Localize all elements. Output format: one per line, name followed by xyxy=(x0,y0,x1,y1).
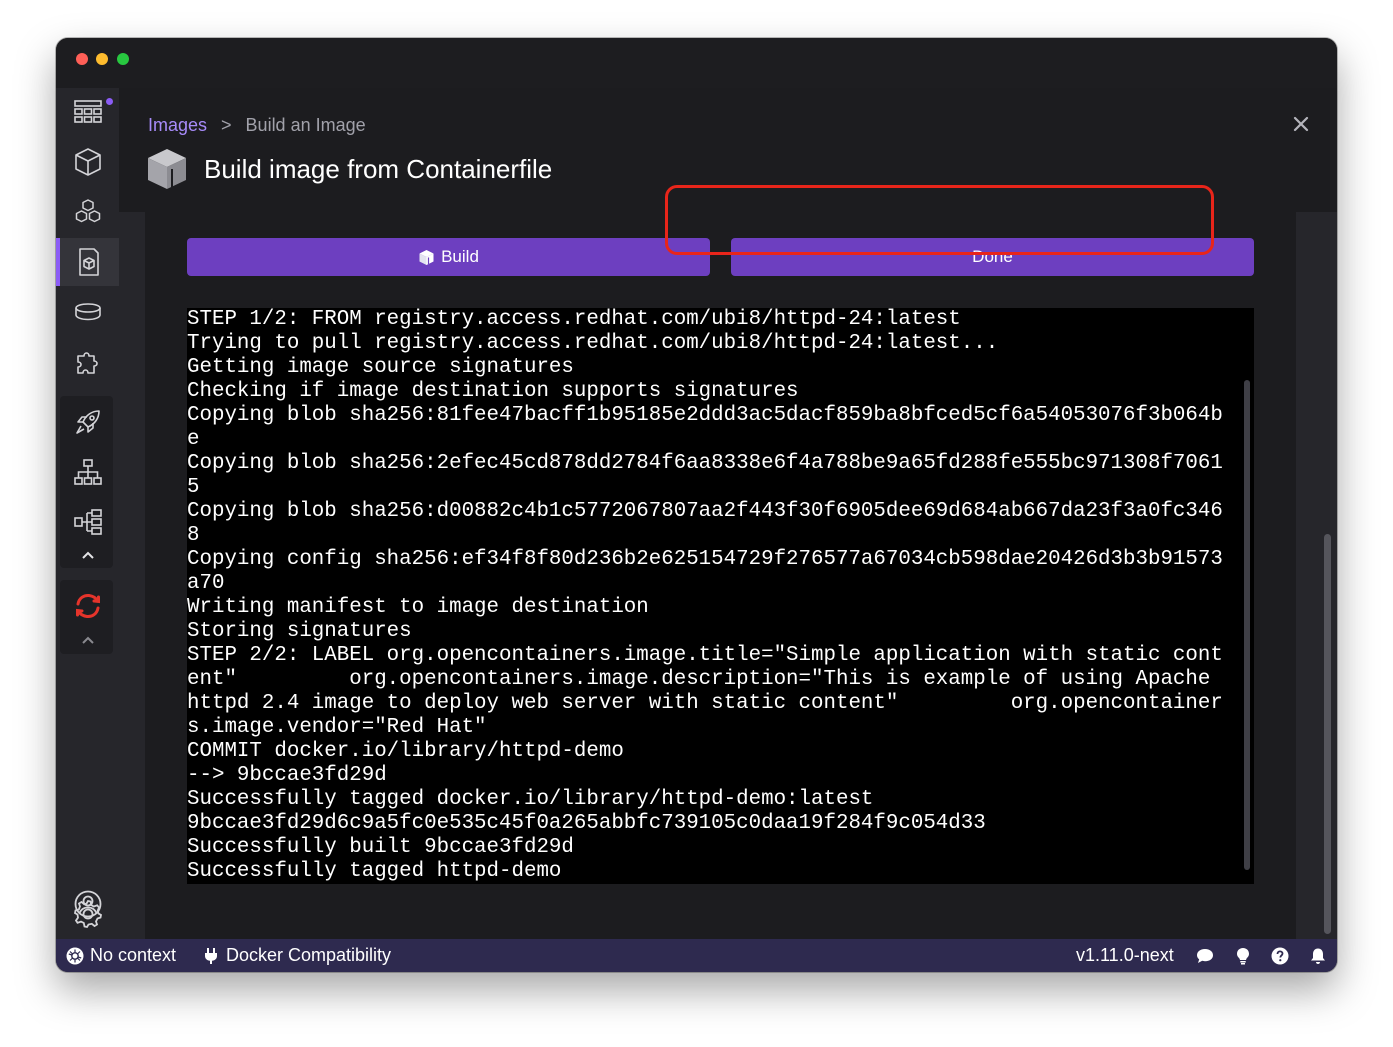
status-bar: No context Docker Compatibility v1.11.0-… xyxy=(56,939,1337,972)
maximize-window-button[interactable] xyxy=(117,53,129,65)
terminal-line: a70 xyxy=(187,572,225,595)
collapse-extension-button[interactable] xyxy=(56,628,119,652)
sidebar-item-images[interactable] xyxy=(56,238,119,286)
context-label: No context xyxy=(90,945,177,965)
terminal-line: Copying config sha256:ef34f8f80d236b2e62… xyxy=(187,548,1223,571)
terminal-line: --> 9bccae3fd29d xyxy=(187,764,387,787)
dashboard-icon xyxy=(73,100,102,123)
compat-label: Docker Compatibility xyxy=(226,945,392,965)
cube-icon xyxy=(419,249,434,265)
docker-compat-status[interactable]: Docker Compatibility xyxy=(202,939,391,972)
rocket-icon xyxy=(75,410,100,434)
puzzle-icon xyxy=(76,352,98,374)
terminal-line: 8 xyxy=(187,524,200,547)
network-tree-icon xyxy=(73,459,102,485)
terminal-line: COMMIT docker.io/library/httpd-demo xyxy=(187,740,624,763)
chevron-up-icon xyxy=(81,551,94,559)
volume-disk-icon xyxy=(74,303,101,321)
build-output-terminal[interactable]: STEP 1/2: FROM registry.access.redhat.co… xyxy=(187,308,1254,884)
terminal-line: Getting image source signatures xyxy=(187,356,574,379)
terminal-line: STEP 1/2: FROM registry.access.redhat.co… xyxy=(187,308,961,331)
terminal-line: 5 xyxy=(187,476,200,499)
gear-icon xyxy=(73,899,102,929)
build-button-label: Build xyxy=(441,247,479,266)
terminal-line: ent" org.opencontainers.image.descriptio… xyxy=(187,668,1211,691)
sidebar-item-pods[interactable] xyxy=(56,188,119,236)
terminal-line: Trying to pull registry.access.redhat.co… xyxy=(187,332,999,355)
route-tree-icon xyxy=(73,509,102,535)
sidebar-item-deployments[interactable] xyxy=(56,398,119,446)
sidebar-item-containers[interactable] xyxy=(56,138,119,186)
help-circle-icon xyxy=(1271,947,1289,964)
cube-icon xyxy=(74,148,101,176)
content-area: Build Done STEP 1/2: FROM registry.acces… xyxy=(119,212,1337,939)
sidebar-item-openshift[interactable] xyxy=(56,582,119,630)
breadcrumb-separator: > xyxy=(221,115,232,135)
breadcrumb-current: Build an Image xyxy=(245,115,366,135)
terminal-line: Storing signatures xyxy=(187,620,412,643)
page-header: Images > Build an Image Build image from… xyxy=(119,88,1337,212)
bell-icon xyxy=(1311,948,1325,964)
terminal-line: Checking if image destination supports s… xyxy=(187,380,799,403)
close-window-button[interactable] xyxy=(76,53,88,65)
terminal-line: STEP 2/2: LABEL org.opencontainers.image… xyxy=(187,644,1223,667)
done-button-label: Done xyxy=(972,247,1013,266)
build-button[interactable]: Build xyxy=(187,238,710,276)
page-title-row: Build image from Containerfile xyxy=(144,146,552,192)
version-status[interactable]: v1.11.0-next xyxy=(1076,939,1174,972)
sidebar-item-dashboard[interactable] xyxy=(56,88,119,136)
plug-icon xyxy=(205,947,217,964)
terminal-line: Successfully tagged docker.io/library/ht… xyxy=(187,788,874,811)
breadcrumb: Images > Build an Image xyxy=(148,115,366,136)
terminal-line: Copying blob sha256:2efec45cd878dd2784f6… xyxy=(187,452,1223,475)
collapse-kubernetes-button[interactable] xyxy=(56,543,119,567)
sidebar-item-ingresses[interactable] xyxy=(56,498,119,546)
image-cube-icon xyxy=(148,149,186,189)
kubernetes-icon xyxy=(66,947,84,964)
page-scrollbar[interactable] xyxy=(1324,534,1331,934)
terminal-line: 9bccae3fd29d6c9a5fc0e535c45f0a265abbfc73… xyxy=(187,812,986,835)
version-label: v1.11.0-next xyxy=(1076,945,1174,965)
chat-bubble-icon xyxy=(1197,948,1213,963)
terminal-line: Copying blob sha256:81fee47bacff1b95185e… xyxy=(187,404,1223,427)
cubes-icon xyxy=(75,199,100,223)
feedback-button[interactable] xyxy=(1196,939,1214,972)
notification-dot xyxy=(106,98,113,105)
image-layers-icon xyxy=(78,248,99,276)
close-icon[interactable] xyxy=(1291,114,1311,134)
kube-context-status[interactable]: No context xyxy=(66,939,176,972)
done-button[interactable]: Done xyxy=(731,238,1254,276)
terminal-line: httpd 2.4 image to deploy web server wit… xyxy=(187,692,1223,715)
breadcrumb-images-link[interactable]: Images xyxy=(148,115,207,136)
sidebar-item-services[interactable] xyxy=(56,448,119,496)
terminal-line: e xyxy=(187,428,200,451)
terminal-line: Successfully built 9bccae3fd29d xyxy=(187,836,574,859)
notifications-button[interactable] xyxy=(1309,939,1327,972)
app-window: Images > Build an Image Build image from… xyxy=(56,38,1337,972)
sidebar-item-settings[interactable] xyxy=(56,890,119,938)
terminal-line: Copying blob sha256:d00882c4b1c577206780… xyxy=(187,500,1223,523)
chevron-up-icon xyxy=(81,636,94,644)
tips-button[interactable] xyxy=(1234,939,1252,972)
minimize-window-button[interactable] xyxy=(96,53,108,65)
page-title: Build image from Containerfile xyxy=(204,153,553,184)
terminal-line: Writing manifest to image destination xyxy=(187,596,649,619)
build-panel: Build Done STEP 1/2: FROM registry.acces… xyxy=(145,212,1296,939)
terminal-line: Successfully tagged httpd-demo xyxy=(187,860,562,883)
title-bar xyxy=(56,38,1337,88)
sync-red-icon xyxy=(75,593,100,619)
sidebar-item-volumes[interactable] xyxy=(56,288,119,336)
sidebar-item-extensions[interactable] xyxy=(56,338,119,386)
terminal-line: s.image.vendor="Red Hat" xyxy=(187,716,487,739)
terminal-output-text: STEP 1/2: FROM registry.access.redhat.co… xyxy=(187,308,1237,884)
sidebar xyxy=(56,88,119,939)
help-button[interactable] xyxy=(1271,939,1289,972)
terminal-scrollbar[interactable] xyxy=(1244,380,1250,870)
lightbulb-icon xyxy=(1237,947,1249,964)
